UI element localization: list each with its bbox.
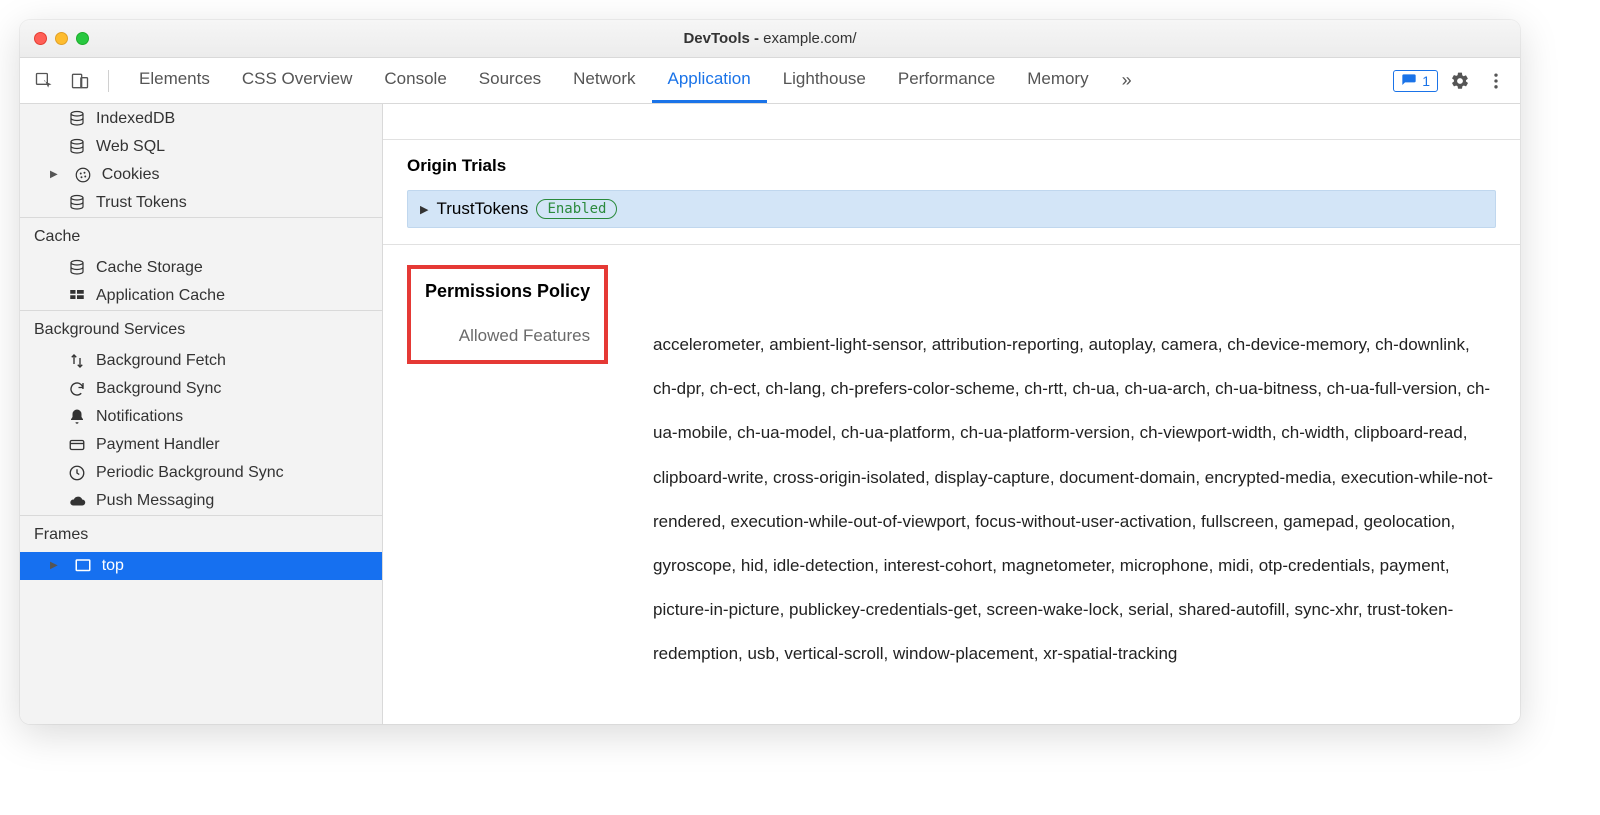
sidebar-item-label: Application Cache [96, 287, 225, 305]
db-icon [68, 110, 86, 128]
sidebar-item-label: Payment Handler [96, 436, 220, 454]
permissions-highlight-box: Permissions Policy Allowed Features [407, 265, 608, 364]
sidebar-item-periodic-background-sync[interactable]: Periodic Background Sync [20, 459, 382, 487]
sidebar-item-label: Web SQL [96, 138, 165, 156]
sidebar-item-label: Periodic Background Sync [96, 464, 284, 482]
sidebar-item-label: IndexedDB [96, 110, 175, 128]
titlebar: DevTools - example.com/ [20, 20, 1520, 58]
sidebar-item-notifications[interactable]: Notifications [20, 403, 382, 431]
tab-performance[interactable]: Performance [882, 58, 1011, 103]
frame-icon [74, 557, 92, 575]
kebab-menu-icon[interactable] [1482, 67, 1510, 95]
card-icon [68, 436, 86, 454]
sync-icon [68, 380, 86, 398]
db-icon [68, 138, 86, 156]
tab-network[interactable]: Network [557, 58, 651, 103]
sidebar-item-trust-tokens[interactable]: Trust Tokens [20, 189, 382, 217]
sidebar-item-label: Push Messaging [96, 492, 214, 510]
origin-trial-row[interactable]: TrustTokens Enabled [407, 190, 1496, 228]
grid-icon [68, 287, 86, 305]
tab-memory[interactable]: Memory [1011, 58, 1104, 103]
device-toolbar-icon[interactable] [66, 67, 94, 95]
inspect-element-icon[interactable] [30, 67, 58, 95]
sidebar-item-push-messaging[interactable]: Push Messaging [20, 487, 382, 515]
sidebar-item-label: Notifications [96, 408, 183, 426]
allowed-features-label: Allowed Features [425, 326, 590, 346]
tab-elements[interactable]: Elements [123, 58, 226, 103]
sidebar-header-cache: Cache [20, 217, 382, 254]
issues-count: 1 [1422, 73, 1430, 89]
sidebar-item-cache-storage[interactable]: Cache Storage [20, 254, 382, 282]
main-toolbar: ElementsCSS OverviewConsoleSourcesNetwor… [20, 58, 1520, 104]
sidebar-item-web-sql[interactable]: Web SQL [20, 133, 382, 161]
allowed-features-list: accelerometer, ambient-light-sensor, att… [653, 265, 1496, 677]
clock-icon [68, 464, 86, 482]
toolbar-divider [108, 70, 109, 92]
more-tabs-button[interactable]: » [1113, 67, 1141, 95]
sidebar-header-bg: Background Services [20, 310, 382, 347]
application-sidebar: IndexedDB Web SQL Cookies Trust Tokens Cach… [20, 104, 383, 724]
frame-label: top [102, 557, 124, 575]
sidebar-item-label: Background Sync [96, 380, 221, 398]
bell-icon [68, 408, 86, 426]
sidebar-item-payment-handler[interactable]: Payment Handler [20, 431, 382, 459]
panel-tabs: ElementsCSS OverviewConsoleSourcesNetwor… [123, 58, 1105, 103]
window-title-prefix: DevTools - [683, 30, 763, 47]
frame-top[interactable]: top [20, 552, 382, 580]
devtools-window: DevTools - example.com/ ElementsCSS Over… [20, 20, 1520, 724]
issues-badge[interactable]: 1 [1393, 70, 1438, 92]
db-icon [68, 194, 86, 212]
sidebar-item-label: Cookies [102, 166, 160, 184]
tab-console[interactable]: Console [368, 58, 462, 103]
window-title: DevTools - example.com/ [20, 30, 1520, 47]
origin-trials-heading: Origin Trials [407, 156, 1496, 176]
db-icon [68, 259, 86, 277]
permissions-policy-heading: Permissions Policy [425, 281, 590, 302]
cloud-icon [68, 492, 86, 510]
trial-status-pill: Enabled [536, 199, 617, 219]
sidebar-item-background-fetch[interactable]: Background Fetch [20, 347, 382, 375]
sidebar-item-application-cache[interactable]: Application Cache [20, 282, 382, 310]
sidebar-item-indexeddb[interactable]: IndexedDB [20, 104, 382, 133]
sidebar-item-background-sync[interactable]: Background Sync [20, 375, 382, 403]
updown-icon [68, 352, 86, 370]
sidebar-header-frames: Frames [20, 515, 382, 552]
main-panel: Origin Trials TrustTokens Enabled Permis… [383, 104, 1520, 724]
tab-sources[interactable]: Sources [463, 58, 557, 103]
sidebar-item-label: Trust Tokens [96, 194, 187, 212]
sidebar-item-label: Cache Storage [96, 259, 203, 277]
tab-lighthouse[interactable]: Lighthouse [767, 58, 882, 103]
trial-name: TrustTokens [436, 199, 528, 219]
sidebar-item-label: Background Fetch [96, 352, 226, 370]
sidebar-item-cookies[interactable]: Cookies [20, 161, 382, 189]
window-title-url: example.com/ [763, 30, 856, 47]
settings-icon[interactable] [1446, 67, 1474, 95]
cookie-icon [74, 166, 92, 184]
tab-css-overview[interactable]: CSS Overview [226, 58, 369, 103]
tab-application[interactable]: Application [652, 58, 767, 103]
